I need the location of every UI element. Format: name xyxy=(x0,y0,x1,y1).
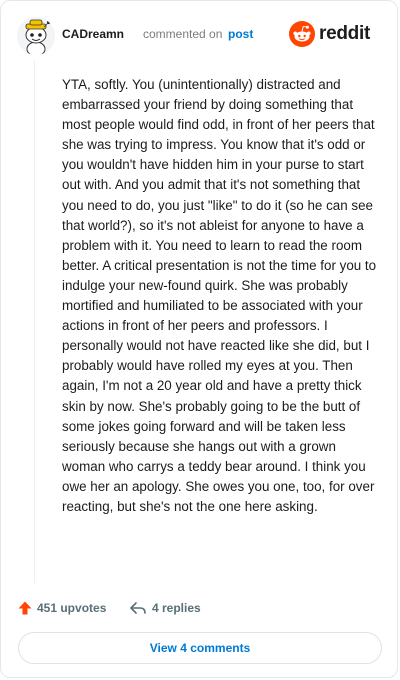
post-link[interactable]: post xyxy=(228,27,253,41)
reply-count: 4 replies xyxy=(152,601,201,615)
comment-body: YTA, softly. You (unintentionally) distr… xyxy=(62,77,377,514)
username[interactable]: CADreamn xyxy=(62,27,124,41)
commented-on-text: commented on xyxy=(143,27,223,41)
reddit-wordmark: reddit xyxy=(319,23,370,44)
view-comments-button[interactable]: View 4 comments xyxy=(18,632,382,664)
thread-line xyxy=(34,61,35,583)
upvote-arrow-icon xyxy=(18,601,32,615)
reply-arrow-icon xyxy=(130,602,146,614)
comment-card: CADreamn commented on post reddit YTA, s… xyxy=(0,0,398,678)
snoo-avatar-icon xyxy=(17,17,55,55)
comment-header: CADreamn commented on post reddit xyxy=(15,15,385,55)
comment-actions: 451 upvotes 4 replies xyxy=(17,597,381,619)
avatar[interactable] xyxy=(17,17,55,55)
reply-button[interactable]: 4 replies xyxy=(129,597,201,619)
reddit-logo-icon xyxy=(289,21,315,47)
upvote-button[interactable]: 451 upvotes xyxy=(17,597,106,619)
reddit-logo[interactable]: reddit xyxy=(289,21,385,47)
upvote-count: 451 upvotes xyxy=(37,601,107,615)
